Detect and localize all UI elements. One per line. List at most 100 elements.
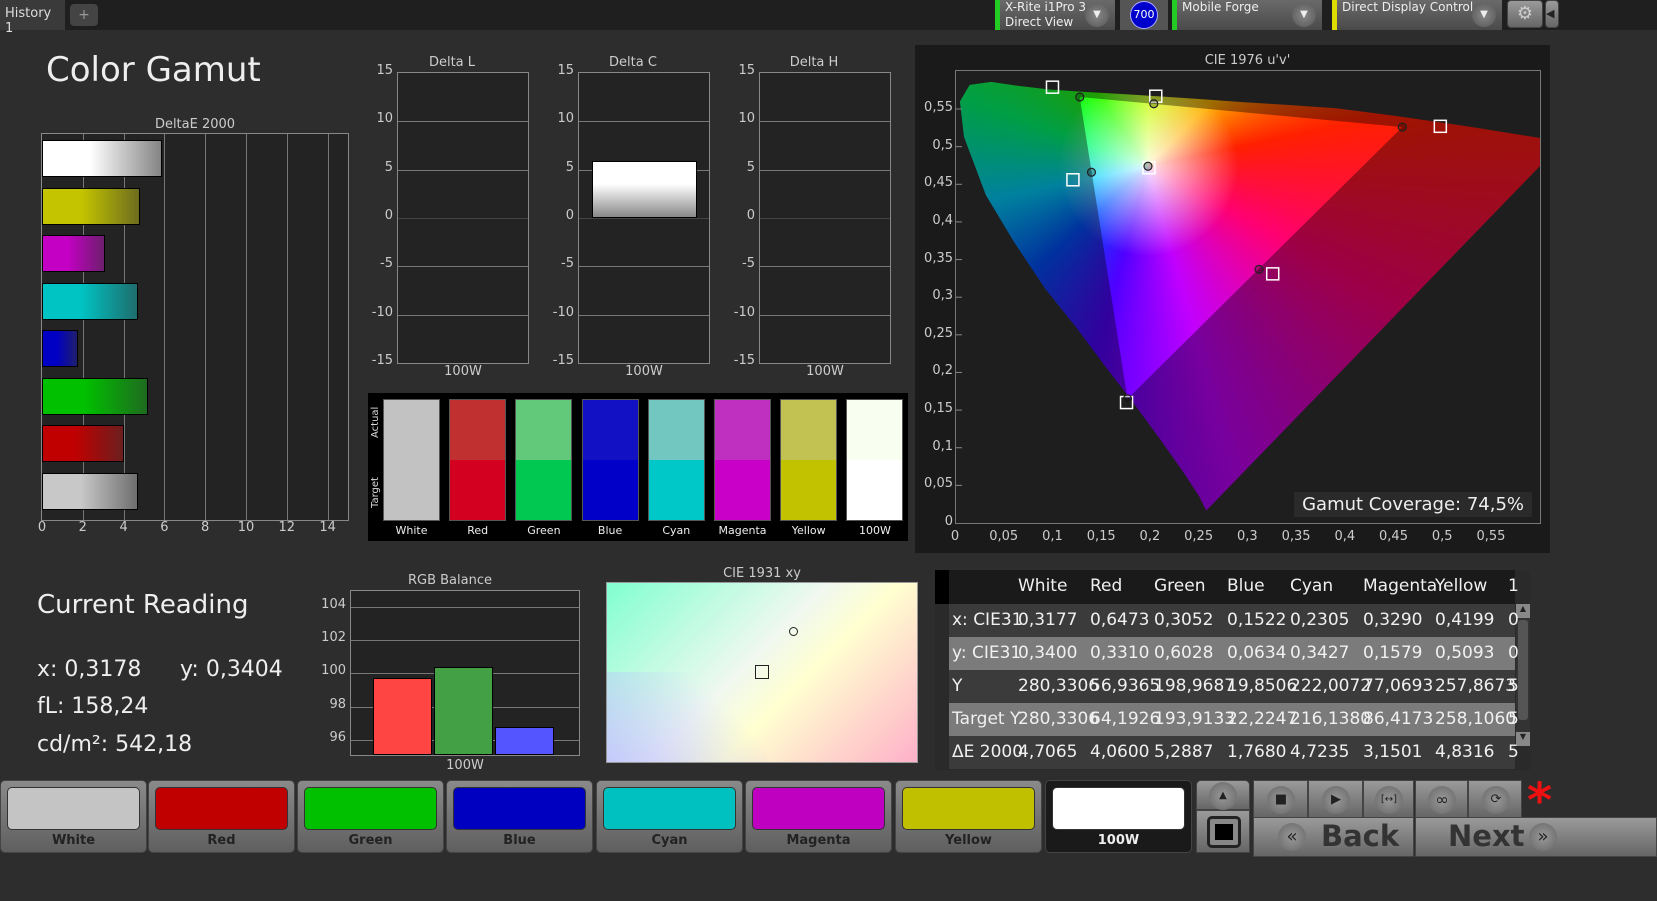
rgb-balance-title: RGB Balance bbox=[407, 573, 492, 588]
cie-x-tick: 0,4 bbox=[1334, 529, 1356, 544]
tab-history-1[interactable]: History 1 bbox=[0, 0, 65, 36]
next-label: Next bbox=[1448, 819, 1525, 853]
cie-y-tick: 0,1 bbox=[932, 438, 953, 454]
patch-label: Blue bbox=[503, 833, 536, 848]
meter-count-badge[interactable]: 700 bbox=[1130, 1, 1158, 29]
stop-measure-button[interactable] bbox=[1196, 810, 1250, 853]
delta-y-tick: -15 bbox=[733, 353, 755, 369]
patch-label: Green bbox=[348, 833, 393, 848]
table-cell: 4,7235 bbox=[1290, 742, 1350, 762]
rgb-y-tick: 96 bbox=[329, 729, 346, 745]
scrollbar-thumb[interactable] bbox=[1518, 620, 1528, 720]
refresh-button[interactable]: ⟳ bbox=[1468, 780, 1522, 818]
rgb-y-tick: 104 bbox=[321, 597, 346, 612]
stop-button[interactable]: ■ bbox=[1253, 780, 1308, 818]
cie1976-marks bbox=[956, 80, 1448, 486]
column-header: Yellow bbox=[1435, 576, 1488, 596]
target-label: Target bbox=[370, 477, 381, 508]
delta-y-tick: -15 bbox=[371, 353, 393, 369]
patch-label: Cyan bbox=[651, 833, 688, 848]
measured-point-cyan bbox=[1086, 167, 1097, 177]
delta-gridline bbox=[398, 121, 528, 123]
table-cell: 56,9365 bbox=[1090, 676, 1161, 696]
swatch-label: Yellow bbox=[791, 524, 826, 537]
patch-button-white[interactable]: White bbox=[0, 780, 147, 853]
table-cell: 0,4199 bbox=[1435, 610, 1495, 630]
patch-button-yellow[interactable]: Yellow bbox=[895, 780, 1042, 853]
table-cell: y: CIE31 bbox=[952, 643, 1022, 663]
cie-x-tick: 0,15 bbox=[1086, 529, 1116, 544]
loop-button[interactable]: ∞ bbox=[1415, 780, 1468, 818]
rgb-bar-green bbox=[434, 666, 493, 755]
cie-x-tick: 0,2 bbox=[1139, 529, 1161, 544]
delta-gridline bbox=[760, 218, 890, 220]
column-header: 1 bbox=[1508, 576, 1519, 596]
add-tab-button[interactable]: + bbox=[70, 4, 98, 26]
table-cell: 280,3306 bbox=[1018, 676, 1100, 696]
cie1931-plot bbox=[606, 582, 918, 763]
deltae-x-tick: 10 bbox=[237, 520, 255, 535]
column-header: Green bbox=[1154, 576, 1206, 596]
swatch-red bbox=[449, 399, 507, 521]
patch-button-red[interactable]: Red bbox=[148, 780, 295, 853]
target-color bbox=[450, 460, 506, 520]
source-dropdown[interactable]: Mobile Forge ▼ bbox=[1172, 0, 1322, 30]
cie-y-tick: 0,55 bbox=[924, 100, 953, 115]
swatch-label: Cyan bbox=[662, 524, 691, 537]
column-header: Magenta bbox=[1363, 576, 1438, 596]
table-cell: 4,8316 bbox=[1435, 742, 1495, 762]
column-header: Red bbox=[1090, 576, 1123, 596]
table-cell: 0,3310 bbox=[1090, 643, 1150, 663]
collapse-button[interactable]: ◀ bbox=[1545, 0, 1559, 28]
chevron-down-icon: ▼ bbox=[1472, 3, 1496, 27]
table-cell: 19,8506 bbox=[1227, 676, 1298, 696]
deltae-chart bbox=[41, 133, 349, 521]
back-label: Back bbox=[1321, 819, 1400, 853]
reading-y: y: 0,3404 bbox=[180, 657, 283, 682]
target-color bbox=[516, 460, 572, 520]
measured-point-magenta bbox=[1254, 264, 1264, 274]
table-cell: 0,3177 bbox=[1018, 610, 1078, 630]
patch-button-blue[interactable]: Blue bbox=[446, 780, 593, 853]
cie-x-tick: 0 bbox=[950, 529, 960, 544]
patch-button-100w[interactable]: 100W bbox=[1045, 780, 1192, 853]
cie-x-tick: 0,35 bbox=[1281, 529, 1311, 544]
display-dropdown[interactable]: Direct Display Control ▼ bbox=[1332, 0, 1502, 30]
range-button[interactable]: [↔] bbox=[1363, 780, 1414, 818]
delta-chart-title: Delta C bbox=[609, 55, 657, 70]
delta-chart-delta-c bbox=[578, 72, 710, 364]
range-icon: [↔] bbox=[1375, 786, 1403, 814]
measured-point-red bbox=[1397, 122, 1407, 132]
deltae-bar-red bbox=[42, 425, 124, 462]
cie1931-title: CIE 1931 xy bbox=[723, 566, 801, 581]
patch-button-cyan[interactable]: Cyan bbox=[596, 780, 743, 853]
play-button[interactable]: ▶ bbox=[1308, 780, 1363, 818]
delta-y-tick: -5 bbox=[380, 256, 393, 272]
delta-y-tick: -10 bbox=[733, 304, 755, 320]
deltae-bar-white bbox=[42, 472, 138, 510]
swatch-label: Green bbox=[527, 524, 561, 537]
table-cell: 198,9687 bbox=[1154, 676, 1236, 696]
expand-up-button[interactable]: ▲ bbox=[1196, 780, 1250, 810]
table-cell: 0,1579 bbox=[1363, 643, 1423, 663]
actual-color bbox=[847, 400, 903, 460]
cie-x-tick: 0,55 bbox=[1476, 529, 1506, 544]
delta-y-tick: 0 bbox=[565, 208, 574, 224]
next-button[interactable]: Next » bbox=[1415, 817, 1657, 857]
reading-fl: fL: 158,24 bbox=[37, 694, 149, 719]
table-cell: 5 bbox=[1508, 676, 1519, 696]
target-color bbox=[384, 460, 439, 520]
delta-y-tick: 15 bbox=[738, 63, 755, 78]
swatch-label: Magenta bbox=[718, 524, 767, 537]
meter-dropdown[interactable]: X-Rite i1Pro 3 Direct View ▼ bbox=[995, 0, 1115, 30]
swatch-blue bbox=[581, 399, 639, 521]
chevron-up-icon: ▲ bbox=[1209, 782, 1237, 810]
delta-y-tick: -15 bbox=[552, 353, 574, 369]
patch-button-green[interactable]: Green bbox=[297, 780, 444, 853]
patch-button-magenta[interactable]: Magenta bbox=[745, 780, 892, 853]
back-button[interactable]: « Back bbox=[1253, 817, 1414, 857]
swatch-label: Blue bbox=[597, 524, 623, 537]
delta-y-tick: 10 bbox=[557, 111, 574, 127]
settings-button[interactable]: ⚙ bbox=[1507, 0, 1543, 28]
table-cell: 0,6473 bbox=[1090, 610, 1150, 630]
